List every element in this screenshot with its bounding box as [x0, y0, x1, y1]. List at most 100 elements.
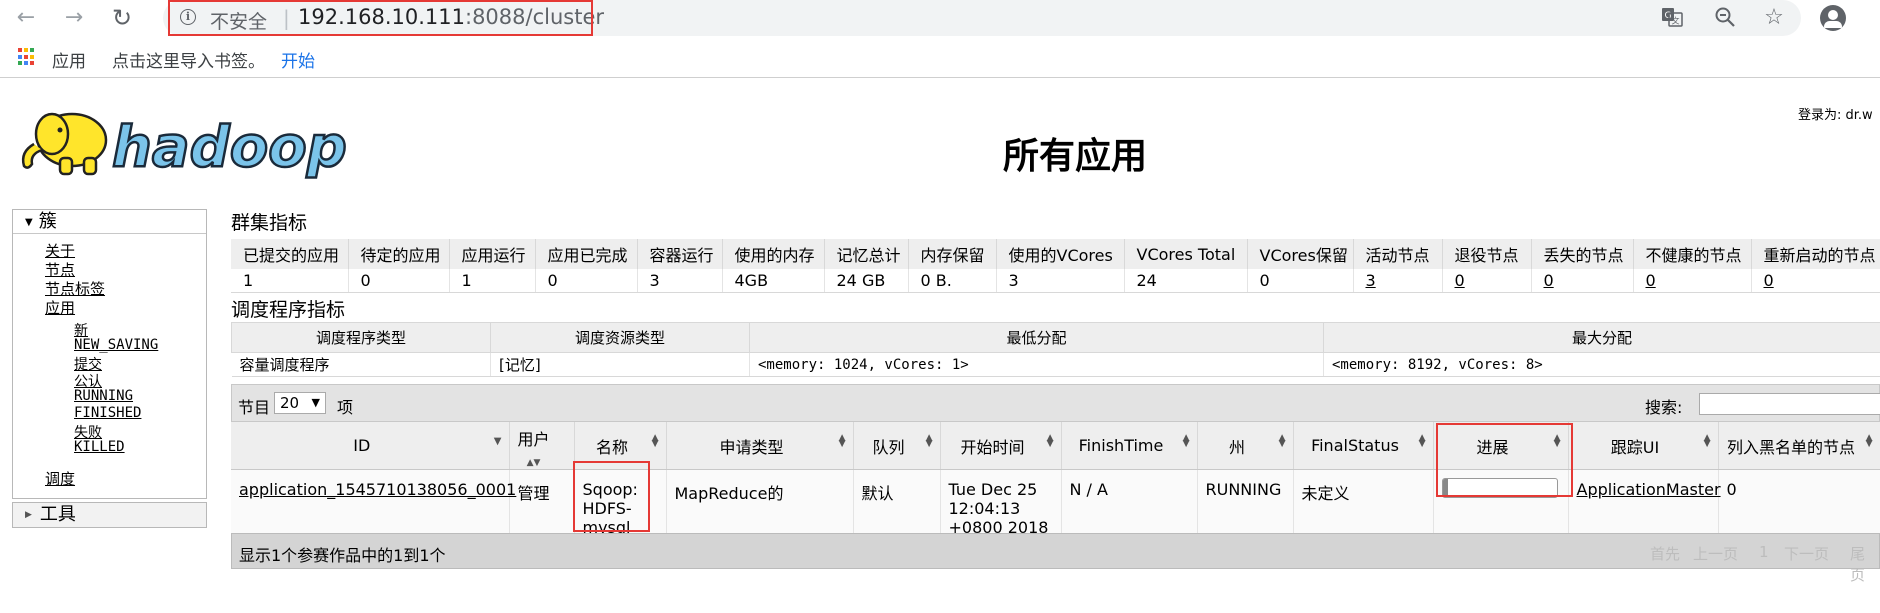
- scheduler-resource-type: [记忆]: [490, 352, 750, 377]
- apps-grid-icon[interactable]: [18, 48, 36, 66]
- logged-in-user: 登录为: dr.w: [1798, 108, 1873, 123]
- bookmark-apps[interactable]: 应用: [52, 47, 86, 72]
- column-header-label: ID: [353, 436, 371, 455]
- pagination-page-1[interactable]: 1: [1759, 543, 1769, 561]
- metrics-title: 群集指标: [231, 212, 308, 234]
- translate-icon[interactable]: G文: [1659, 5, 1685, 31]
- url-path: :8088/cluster: [465, 5, 605, 29]
- sidebar-cluster-label: 簇: [38, 211, 57, 232]
- sidebar-state-running[interactable]: RUNNING: [74, 388, 133, 404]
- metrics-header: 重新启动的节点: [1751, 239, 1880, 269]
- pagination-first[interactable]: 首先: [1650, 543, 1680, 564]
- app-user: 管理: [509, 469, 575, 538]
- browser-toolbar: ← → ↻ i 不安全 | 192.168.10.111:8088/cluste…: [0, 0, 1880, 38]
- sidebar-cluster-panel: ▼ 簇 关于 节点 节点标签 应用 新 NEW_SAVING 提交 公认 RUNN…: [12, 209, 207, 499]
- metric-rebooted-nodes-link[interactable]: 0: [1751, 269, 1880, 293]
- entries-per-page-select[interactable]: 20 ▼: [274, 392, 326, 414]
- column-header-label: 队列: [872, 437, 905, 457]
- app-start-time: Tue Dec 25 12:04:13 +0800 2018: [940, 469, 1062, 538]
- sort-icon: ▲▼: [1865, 433, 1873, 449]
- column-header-finish-time[interactable]: FinishTime ▲ ▼: [1061, 422, 1198, 470]
- sidebar-state-new-saving[interactable]: NEW_SAVING: [74, 337, 158, 353]
- metrics-header: 待定的应用: [348, 239, 450, 269]
- entries-label: 节目: [238, 398, 271, 417]
- app-finish-time: N / A: [1061, 469, 1198, 538]
- url-text[interactable]: 192.168.10.111:8088/cluster: [298, 5, 604, 29]
- metrics-header: VCores保留: [1247, 239, 1354, 269]
- metric-apps-running: 1: [449, 269, 536, 293]
- sidebar-link-node-labels[interactable]: 节点标签: [45, 278, 105, 299]
- apps-footer: 显示1个参赛作品中的1到1个 首先 上一页 1 下一页 尾页: [231, 533, 1880, 584]
- app-id-link[interactable]: application_1545710138056_0001: [239, 480, 516, 499]
- sidebar-link-applications[interactable]: 应用: [45, 297, 75, 318]
- column-header-label: 列入黑名单的节点: [1726, 437, 1855, 457]
- pagination-previous[interactable]: 上一页: [1693, 543, 1738, 564]
- metric-lost-nodes-link[interactable]: 0: [1531, 269, 1634, 293]
- reload-icon[interactable]: ↻: [108, 4, 136, 32]
- metric-memory-used: 4GB: [722, 269, 825, 293]
- scheduler-value-row: 容量调度程序 [记忆] <memory: 1024, vCores: 1> <m…: [231, 352, 1880, 377]
- sort-icon: ▲▼: [651, 433, 659, 449]
- sidebar-link-scheduler[interactable]: 调度: [45, 468, 75, 489]
- sidebar-state-finished[interactable]: FINISHED: [74, 405, 141, 421]
- sort-icon: ▲▼: [1278, 433, 1286, 449]
- column-header-label: 用户: [517, 430, 550, 449]
- metric-apps-pending: 0: [348, 269, 450, 293]
- bookmark-import-hint[interactable]: 点击这里导入书签。: [112, 47, 265, 72]
- column-header-progress[interactable]: 进展 ▲ ▼: [1433, 422, 1569, 470]
- sidebar-link-nodes[interactable]: 节点: [45, 259, 75, 280]
- column-header-application-type[interactable]: 申请类型 ▲ ▼: [666, 422, 854, 470]
- metrics-header-row: 已提交的应用 待定的应用 应用运行 应用已完成 容器运行 使用的内存 记忆总计 …: [231, 239, 1880, 269]
- scheduler-header: 调度程序类型: [231, 322, 491, 353]
- info-icon[interactable]: i: [180, 9, 196, 25]
- metric-decommissioned-nodes-link[interactable]: 0: [1442, 269, 1532, 293]
- sort-icon: ▲▼: [1553, 433, 1561, 449]
- app-progress-cell: [1433, 469, 1569, 538]
- column-header-start-time[interactable]: 开始时间 ▲ ▼: [940, 422, 1062, 470]
- back-icon[interactable]: ←: [12, 4, 40, 32]
- column-header-user[interactable]: 用户 ▲▼: [509, 422, 575, 470]
- app-queue: 默认: [853, 469, 941, 538]
- table-row: application_1545710138056_0001 管理 Sqoop:…: [231, 469, 1880, 538]
- scheduler-metrics-table: 调度程序类型 调度资源类型 最低分配 最大分配 容量调度程序 [记忆] <mem…: [231, 322, 1880, 377]
- hadoop-logo[interactable]: hadoop: [12, 100, 352, 185]
- column-header-tracking-ui[interactable]: 跟踪UI ▲ ▼: [1568, 422, 1719, 470]
- forward-icon[interactable]: →: [60, 4, 88, 32]
- chevron-down-icon: ▼: [311, 396, 320, 409]
- column-header-final-status[interactable]: FinalStatus ▲ ▼: [1293, 422, 1434, 470]
- column-header-name[interactable]: 名称 ▲ ▼: [574, 422, 667, 470]
- tracking-ui-link[interactable]: ApplicationMaster: [1577, 480, 1721, 499]
- svg-text:文: 文: [1672, 16, 1680, 26]
- app-state: RUNNING: [1197, 469, 1294, 538]
- column-header-label: 开始时间: [960, 437, 1025, 457]
- search-input[interactable]: [1699, 393, 1880, 415]
- app-name-line: Sqoop:: [582, 480, 638, 499]
- not-secure-label[interactable]: 不安全: [210, 7, 267, 34]
- sidebar-cluster-header[interactable]: ▼ 簇: [13, 210, 206, 234]
- bookmark-star-icon[interactable]: ☆: [1761, 5, 1787, 31]
- scheduler-max-allocation: <memory: 8192, vCores: 8>: [1323, 352, 1880, 377]
- metric-unhealthy-nodes-link[interactable]: 0: [1633, 269, 1752, 293]
- sidebar-tools-header[interactable]: ▶ 工具: [12, 502, 207, 528]
- sidebar-link-about[interactable]: 关于: [45, 240, 75, 261]
- column-header-state[interactable]: 州 ▲ ▼: [1197, 422, 1294, 470]
- metrics-header: 活动节点: [1353, 239, 1443, 269]
- collapse-triangle-icon: ▶: [25, 510, 32, 520]
- metric-vcores-total: 24: [1124, 269, 1248, 293]
- metric-active-nodes-link[interactable]: 3: [1353, 269, 1443, 293]
- sort-icon: ▲▼: [1182, 433, 1190, 449]
- zoom-out-icon[interactable]: [1712, 5, 1738, 31]
- column-header-queue[interactable]: 队列 ▲ ▼: [853, 422, 941, 470]
- bookmark-start-link[interactable]: 开始: [281, 47, 315, 72]
- column-header-blacklisted-nodes[interactable]: 列入黑名单的节点 ▲ ▼: [1718, 422, 1880, 470]
- pagination-last[interactable]: 尾页: [1850, 543, 1879, 585]
- column-header-id[interactable]: ID ▼: [231, 422, 510, 470]
- column-header-label: FinalStatus: [1311, 436, 1399, 455]
- profile-icon[interactable]: [1820, 5, 1846, 31]
- scheduler-min-allocation: <memory: 1024, vCores: 1>: [749, 352, 1324, 377]
- start-time-line: 12:04:13: [948, 499, 1021, 518]
- sidebar-state-killed[interactable]: KILLED: [74, 439, 125, 455]
- pagination-next[interactable]: 下一页: [1784, 543, 1829, 564]
- metrics-header: 应用运行: [449, 239, 536, 269]
- sort-icon: ▲▼: [838, 433, 846, 449]
